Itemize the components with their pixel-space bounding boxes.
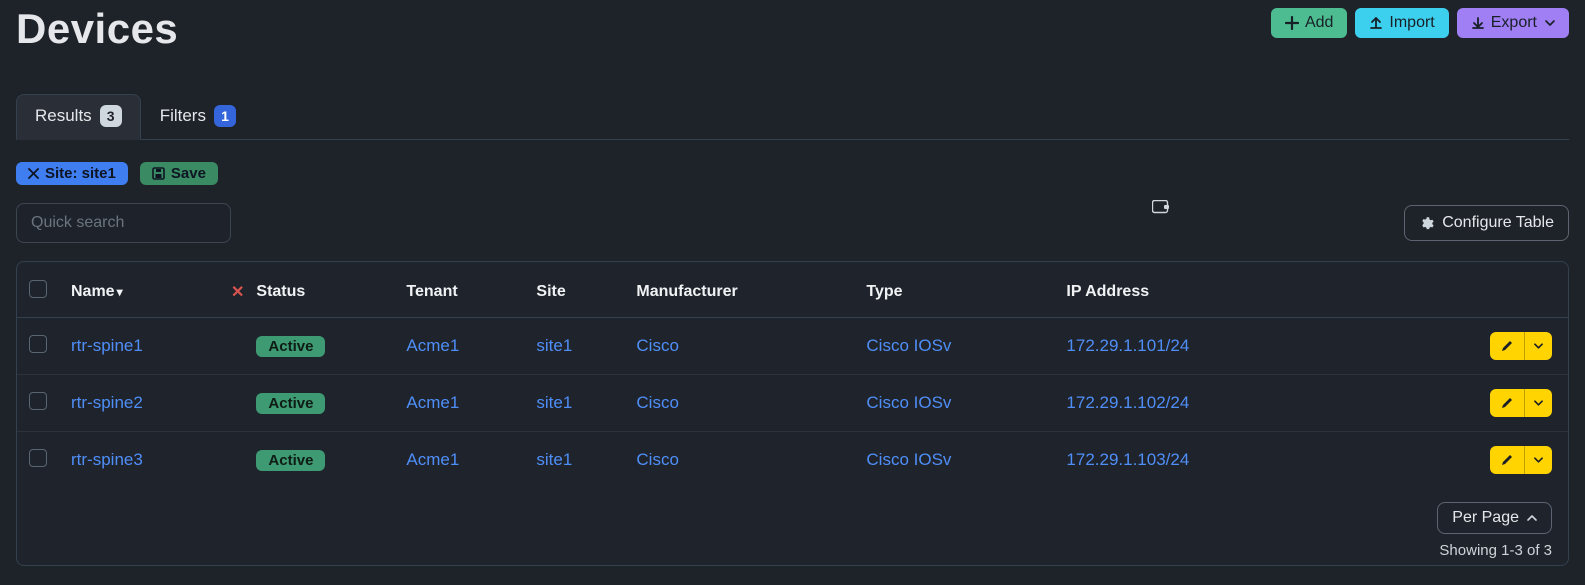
wallet-icon [1152,200,1170,219]
device-name-link[interactable]: rtr-spine1 [71,336,143,355]
add-button[interactable]: Add [1271,8,1347,38]
tab-results[interactable]: Results 3 [16,94,141,140]
edit-dropdown-button[interactable] [1524,446,1552,474]
manufacturer-link[interactable]: Cisco [636,336,679,355]
col-header-manufacturer[interactable]: Manufacturer [624,262,854,318]
table-row: rtr-spine1 Active Acme1 site1 Cisco Cisco IOS… [17,318,1568,375]
site-link[interactable]: site1 [536,393,572,412]
row-checkbox[interactable] [29,392,47,410]
save-filter-label: Save [171,165,206,182]
pencil-icon [1500,453,1514,467]
tabs: Results 3 Filters 1 [16,94,1569,140]
add-button-label: Add [1305,14,1333,32]
upload-icon [1369,16,1383,30]
import-button-label: Import [1389,14,1434,32]
download-icon [1471,16,1485,30]
ip-link[interactable]: 172.29.1.103/24 [1066,450,1189,469]
col-header-ip[interactable]: IP Address [1054,262,1478,318]
col-header-site[interactable]: Site [524,262,624,318]
col-header-tenant[interactable]: Tenant [394,262,524,318]
edit-button[interactable] [1490,389,1524,417]
tab-results-count: 3 [100,105,122,127]
caret-down-icon [1534,343,1543,349]
page-title: Devices [16,6,178,52]
export-button[interactable]: Export [1457,8,1569,38]
save-icon [152,167,165,180]
clear-sort-icon[interactable]: ✕ [231,284,244,301]
edit-button[interactable] [1490,332,1524,360]
per-page-button[interactable]: Per Page [1437,502,1552,534]
device-name-link[interactable]: rtr-spine3 [71,450,143,469]
filter-chip-site-label: Site: site1 [45,165,116,182]
device-table-card: Name▾ ✕ Status Tenant Site Manufacturer … [16,261,1569,566]
status-badge: Active [256,336,325,357]
filter-chip-site[interactable]: Site: site1 [16,162,128,185]
ip-link[interactable]: 172.29.1.101/24 [1066,336,1189,355]
tab-results-label: Results [35,106,92,126]
tab-filters[interactable]: Filters 1 [141,94,255,139]
tenant-link[interactable]: Acme1 [406,450,459,469]
row-checkbox[interactable] [29,449,47,467]
pencil-icon [1500,396,1514,410]
status-badge: Active [256,393,325,414]
manufacturer-link[interactable]: Cisco [636,393,679,412]
edit-dropdown-button[interactable] [1524,389,1552,417]
table-row: rtr-spine2 Active Acme1 site1 Cisco Cisco IOS… [17,375,1568,432]
site-link[interactable]: site1 [536,450,572,469]
caret-down-icon [1534,400,1543,406]
pencil-icon [1500,339,1514,353]
sort-caret-icon: ▾ [117,285,123,299]
edit-dropdown-button[interactable] [1524,332,1552,360]
configure-table-button[interactable]: Configure Table [1404,205,1569,241]
gear-icon [1419,216,1434,231]
status-badge: Active [256,450,325,471]
ip-link[interactable]: 172.29.1.102/24 [1066,393,1189,412]
tenant-link[interactable]: Acme1 [406,393,459,412]
configure-table-label: Configure Table [1442,214,1554,232]
type-link[interactable]: Cisco IOSv [866,336,951,355]
table-footer: Per Page Showing 1-3 of 3 [17,488,1568,565]
save-filter-button[interactable]: Save [140,162,218,185]
manufacturer-link[interactable]: Cisco [636,450,679,469]
edit-button[interactable] [1490,446,1524,474]
import-button[interactable]: Import [1355,8,1448,38]
col-header-type[interactable]: Type [854,262,1054,318]
caret-down-icon [1545,20,1555,26]
table-row: rtr-spine3 Active Acme1 site1 Cisco Cisco IOS… [17,432,1568,489]
tenant-link[interactable]: Acme1 [406,336,459,355]
row-checkbox[interactable] [29,335,47,353]
plus-icon [1285,16,1299,30]
tab-filters-label: Filters [160,106,206,126]
col-header-status[interactable]: Status [244,262,394,318]
caret-up-icon [1527,515,1537,521]
table-header-row: Name▾ ✕ Status Tenant Site Manufacturer … [17,262,1568,318]
col-header-name[interactable]: Name▾ [59,262,219,318]
device-name-link[interactable]: rtr-spine2 [71,393,143,412]
device-table: Name▾ ✕ Status Tenant Site Manufacturer … [17,262,1568,488]
type-link[interactable]: Cisco IOSv [866,393,951,412]
col-header-name-label: Name [71,283,115,300]
filter-chip-row: Site: site1 Save [16,162,1569,185]
search-input[interactable] [16,203,231,243]
per-page-label: Per Page [1452,509,1519,527]
site-link[interactable]: site1 [536,336,572,355]
caret-down-icon [1534,457,1543,463]
type-link[interactable]: Cisco IOSv [866,450,951,469]
action-buttons: Add Import Export [1271,8,1569,38]
close-icon [28,168,39,179]
export-button-label: Export [1491,14,1537,32]
tab-filters-count: 1 [214,105,236,127]
showing-text: Showing 1-3 of 3 [1439,542,1552,559]
select-all-checkbox[interactable] [29,280,47,298]
